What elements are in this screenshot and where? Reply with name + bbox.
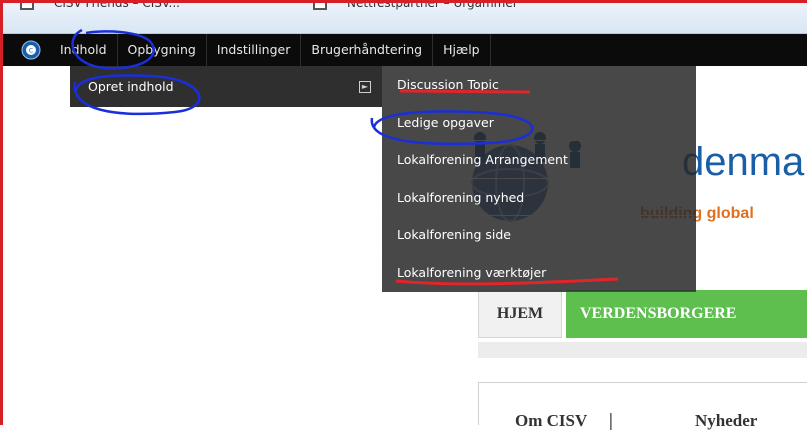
submenu-item-lokalforening-side[interactable]: Lokalforening side <box>382 216 696 254</box>
site-logo-icon[interactable]: C <box>20 39 42 61</box>
submenu-arrow-icon: ► <box>359 81 371 93</box>
submenu-item-lokalforening-vaerktoejer[interactable]: Lokalforening værktøjer <box>382 254 696 292</box>
nav-subbar <box>478 342 807 358</box>
brand-name: denmar <box>682 140 807 184</box>
toolbar-item-opbygning[interactable]: Opbygning <box>118 34 207 66</box>
toolbar-item-indhold[interactable]: Indhold <box>52 34 118 66</box>
site-main-nav: HJEM VERDENSBORGERE <box>478 290 807 338</box>
page-icon <box>313 0 327 10</box>
link-nyheder[interactable]: Nyheder <box>695 411 757 431</box>
submenu-item-lokalforening-arrangement[interactable]: Lokalforening Arrangement <box>382 141 696 179</box>
browser-tab[interactable]: Nettfestpartner – Urgammel <box>313 0 516 10</box>
secondary-nav-box: Om CISV | Nyheder <box>478 382 807 431</box>
link-om-cisv[interactable]: Om CISV <box>515 411 587 431</box>
browser-tab-label: CISV Friends – CISV... <box>54 0 180 10</box>
submenu-item-ledige-opgaver[interactable]: Ledige opgaver <box>382 104 696 142</box>
menu-item-opret-indhold[interactable]: Opret indhold ► <box>70 74 382 100</box>
browser-tab-label: Nettfestpartner – Urgammel <box>347 0 517 10</box>
nav-home-link[interactable]: HJEM <box>478 290 562 338</box>
submenu-item-label: Ledige opgaver <box>397 114 494 130</box>
submenu-item-label: Discussion Topic <box>397 77 499 92</box>
submenu-item-lokalforening-nyhed[interactable]: Lokalforening nyhed <box>382 179 696 217</box>
svg-text:C: C <box>29 48 33 55</box>
indhold-dropdown: Opret indhold ► <box>70 66 382 107</box>
nav-separator: | <box>608 411 614 431</box>
submenu-item-label: Lokalforening side <box>397 227 511 243</box>
menu-item-label: Opret indhold <box>88 79 174 94</box>
browser-tab[interactable]: CISV Friends – CISV... <box>20 0 180 10</box>
submenu-item-label: Lokalforening værktøjer <box>397 264 547 280</box>
submenu-item-discussion-topic[interactable]: Discussion Topic <box>382 66 696 104</box>
admin-toolbar: C Indhold Opbygning Indstillinger Bruger… <box>0 34 807 66</box>
submenu-item-label: Lokalforening Arrangement <box>397 152 568 168</box>
toolbar-item-hjaelp[interactable]: Hjælp <box>433 34 491 66</box>
submenu-item-label: Lokalforening nyhed <box>397 189 525 205</box>
toolbar-item-indstillinger[interactable]: Indstillinger <box>207 34 302 66</box>
page-icon <box>20 0 34 10</box>
browser-tab-strip: CISV Friends – CISV... Nettfestpartner –… <box>0 0 807 34</box>
toolbar-item-brugerhaandtering[interactable]: Brugerhåndtering <box>301 34 434 66</box>
nav-verdensborgere-link[interactable]: VERDENSBORGERE <box>566 290 807 338</box>
opret-indhold-submenu: Discussion Topic Ledige opgaver Lokalfor… <box>382 66 696 292</box>
